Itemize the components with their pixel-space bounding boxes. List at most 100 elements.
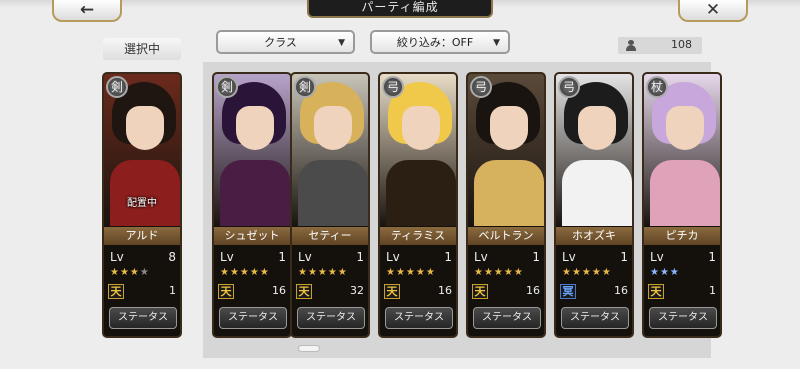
level-row: Lv 1 [650, 250, 716, 264]
class-dropdown[interactable]: クラス ▼ [216, 30, 355, 54]
unit-name: ティラミス [380, 227, 456, 245]
close-button[interactable]: ✕ [678, 0, 748, 22]
level-row: Lv 1 [220, 250, 286, 264]
tier-value: 16 [526, 284, 540, 297]
unit-name: シュゼット [214, 227, 290, 245]
level-label: Lv [386, 250, 400, 264]
tier-icon: 天 [384, 284, 400, 299]
tier-icon: 天 [472, 284, 488, 299]
tier-value: 1 [169, 284, 176, 297]
unit-card[interactable]: 弓ベルトラン Lv 1 ★★★★★ 天 16 ステータス [466, 72, 546, 338]
tier-row: 天1 [648, 284, 718, 302]
class-badge-icon: 杖 [646, 76, 668, 98]
level-value: 1 [708, 250, 716, 264]
level-value: 1 [278, 250, 286, 264]
class-badge-icon: 剣 [106, 76, 128, 98]
tier-icon: 冥 [560, 284, 576, 299]
chevron-down-icon: ▼ [338, 38, 345, 48]
unit-card[interactable]: 剣配置中 アルド Lv 8 ★★★★ 天 1 ステータス [102, 72, 182, 338]
rarity-stars: ★★★ [650, 267, 680, 278]
back-button[interactable]: ← [52, 0, 122, 22]
level-row: Lv 1 [474, 250, 540, 264]
rarity-stars: ★★★★★ [220, 267, 270, 278]
status-button[interactable]: ステータス [219, 307, 287, 329]
level-value: 1 [620, 250, 628, 264]
rarity-stars: ★★★★★ [386, 267, 436, 278]
level-value: 1 [356, 250, 364, 264]
star-icons: ★★★ [110, 267, 140, 278]
back-arrow-icon: ← [79, 0, 95, 20]
scroll-thumb[interactable] [298, 345, 320, 352]
level-label: Lv [474, 250, 488, 264]
level-value: 1 [532, 250, 540, 264]
unit-card[interactable]: 弓ティラミス Lv 1 ★★★★★ 天 16 ステータス [378, 72, 458, 338]
level-label: Lv [110, 250, 124, 264]
tier-value: 32 [350, 284, 364, 297]
level-row: Lv 1 [562, 250, 628, 264]
class-badge-icon: 弓 [382, 76, 404, 98]
level-row: Lv 8 [110, 250, 176, 264]
tier-icon: 天 [108, 284, 124, 299]
chevron-down-icon: ▼ [493, 38, 500, 48]
unit-card[interactable]: 剣シュゼット Lv 1 ★★★★★ 天 16 ステータス [212, 72, 292, 338]
status-button[interactable]: ステータス [297, 307, 365, 329]
level-label: Lv [220, 250, 234, 264]
unit-card[interactable]: 弓ホオズキ Lv 1 ★★★★★ 冥 16 ステータス [554, 72, 634, 338]
close-icon: ✕ [705, 0, 721, 20]
class-badge-icon: 弓 [558, 76, 580, 98]
star-icons: ★★★★★ [220, 267, 270, 278]
star-icons: ★★★★★ [562, 267, 612, 278]
status-button[interactable]: ステータス [109, 307, 177, 329]
tier-value: 16 [272, 284, 286, 297]
tier-icon: 天 [648, 284, 664, 299]
status-button[interactable]: ステータス [561, 307, 629, 329]
tier-row: 天 32 [296, 284, 366, 302]
unit-name: セティー [292, 227, 368, 245]
class-badge-icon: 剣 [294, 76, 316, 98]
star-icons: ★★★★★ [474, 267, 524, 278]
level-value: 8 [168, 250, 176, 264]
tier-row: 天 16 [218, 284, 288, 302]
rarity-stars: ★★★★ [110, 267, 150, 278]
selected-tab[interactable]: 選択中 [103, 38, 181, 60]
star-icons: ★★★★★ [298, 267, 348, 278]
filter-dropdown-label: 絞り込み：OFF [396, 36, 474, 49]
class-badge-icon: 弓 [470, 76, 492, 98]
rarity-stars: ★★★★★ [298, 267, 348, 278]
level-value: 1 [444, 250, 452, 264]
rarity-stars: ★★★★★ [562, 267, 612, 278]
filter-dropdown[interactable]: 絞り込み：OFF ▼ [370, 30, 510, 54]
deployed-label: 配置中 [127, 198, 157, 209]
unit-name: ピチカ [644, 227, 720, 245]
status-button[interactable]: ステータス [649, 307, 717, 329]
tier-row: 天 16 [472, 284, 542, 302]
star-icons: ★★★ [650, 267, 680, 278]
status-button[interactable]: ステータス [473, 307, 541, 329]
horizontal-scrollbar[interactable] [213, 344, 703, 353]
tier-row: 天1 [108, 284, 178, 302]
unit-name: ホオズキ [556, 227, 632, 245]
page-title: パーティ編成 [307, 0, 493, 18]
class-dropdown-label: クラス [264, 36, 297, 49]
unit-card[interactable]: 杖ピチカ Lv 1 ★★★ 天 1 ステータス [642, 72, 722, 338]
tier-row: 冥 16 [560, 284, 630, 302]
tier-value: 16 [614, 284, 628, 297]
unit-count: 108 [618, 37, 702, 54]
star-icons: ★★★★★ [386, 267, 436, 278]
rarity-stars: ★★★★★ [474, 267, 524, 278]
unit-name: アルド [104, 227, 180, 245]
unit-name: ベルトラン [468, 227, 544, 245]
level-row: Lv 1 [386, 250, 452, 264]
tier-value: 16 [438, 284, 452, 297]
tier-row: 天 16 [384, 284, 454, 302]
level-label: Lv [650, 250, 664, 264]
empty-star-icon: ★ [139, 267, 150, 278]
unit-card[interactable]: 剣セティー Lv 1 ★★★★★ 天 32 ステータス [290, 72, 370, 338]
person-icon [626, 40, 636, 51]
tier-icon: 天 [218, 284, 234, 299]
level-label: Lv [562, 250, 576, 264]
level-label: Lv [298, 250, 312, 264]
unit-count-value: 108 [671, 38, 692, 51]
tier-value: 1 [709, 284, 716, 297]
status-button[interactable]: ステータス [385, 307, 453, 329]
